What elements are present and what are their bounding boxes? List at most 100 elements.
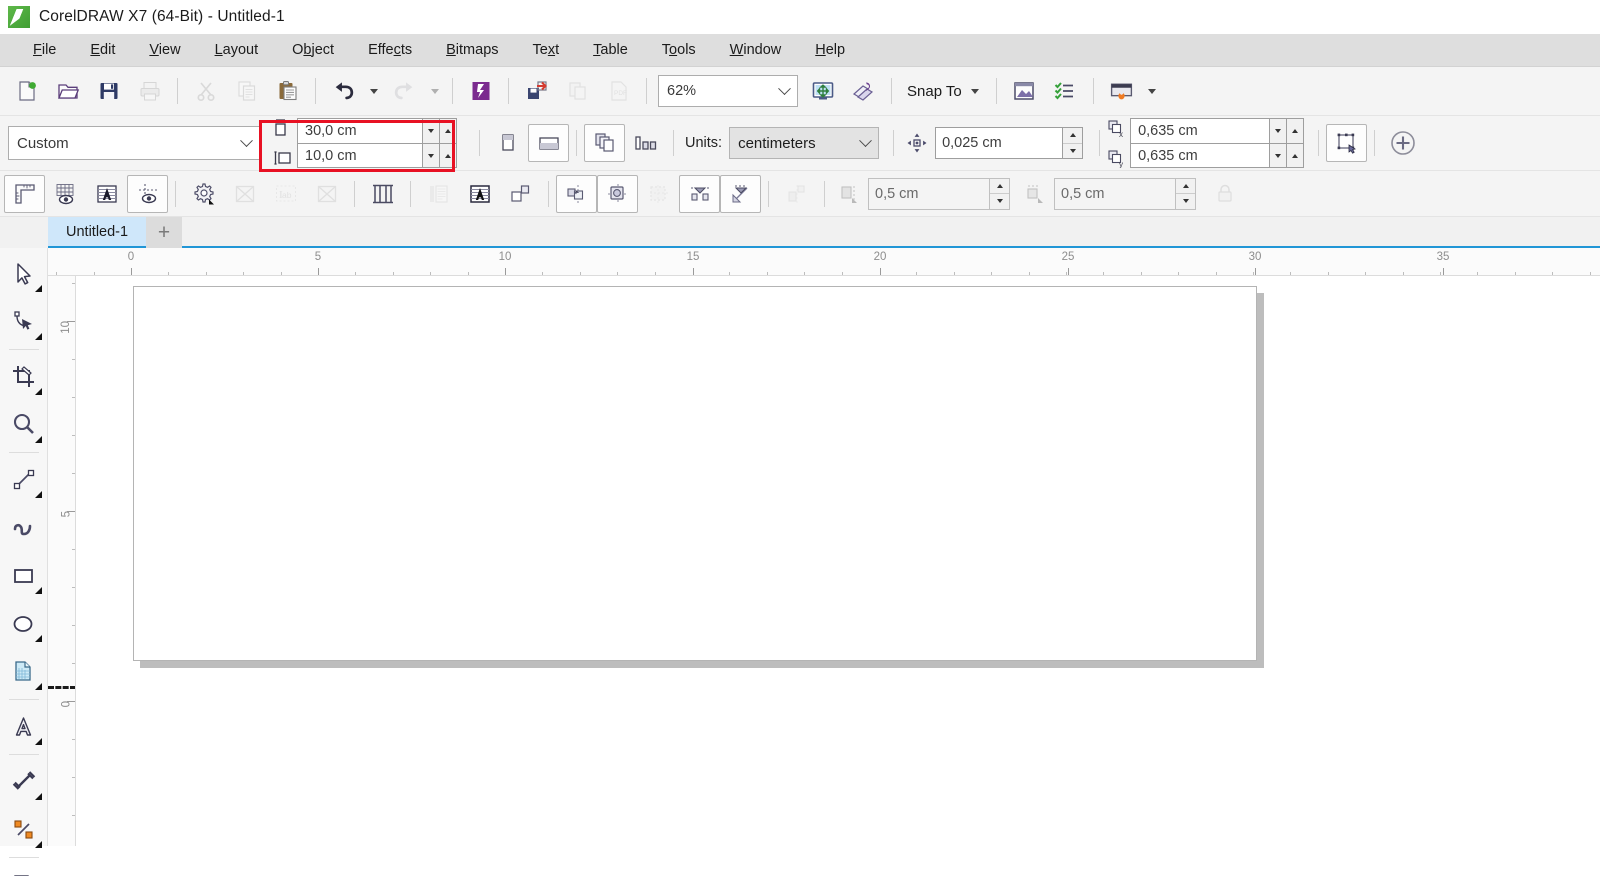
page-preset-combo[interactable]: Custom (8, 126, 260, 160)
menu-object[interactable]: Object (275, 38, 351, 62)
nudge-increment-button[interactable] (1063, 128, 1083, 144)
snap-options-button[interactable] (183, 175, 224, 213)
drawing-canvas[interactable] (76, 276, 1600, 846)
chevron-down-icon[interactable] (771, 81, 797, 96)
tab-untitled-1[interactable]: Untitled-1 (48, 217, 147, 248)
import-button[interactable] (516, 72, 557, 110)
duplicate-x-decrement-button[interactable] (1270, 118, 1288, 143)
distribute-button[interactable] (679, 174, 720, 213)
tool-flyout-arrow[interactable] (34, 333, 42, 340)
page-height-decrement-button[interactable] (423, 143, 440, 168)
zoom-level-combo[interactable]: 62% (658, 75, 798, 107)
import-layout-button[interactable] (1101, 72, 1142, 110)
add-page-button[interactable] (1382, 124, 1423, 162)
apply-current-page-button[interactable] (625, 124, 666, 162)
margin-increment-button[interactable] (1176, 178, 1195, 194)
tool-polygon[interactable] (2, 648, 46, 696)
tool-pick[interactable] (2, 250, 46, 298)
units-combo[interactable]: centimeters (729, 127, 880, 159)
margin-value[interactable]: 0,5 cm (1054, 177, 1176, 210)
transform-button[interactable] (720, 174, 761, 213)
undo-dropdown-caret[interactable] (370, 88, 378, 94)
columns-button[interactable] (362, 175, 403, 213)
duplicate-y-decrement-button[interactable] (1270, 143, 1288, 168)
page-width-decrement-button[interactable] (423, 118, 440, 143)
tool-rectangle[interactable] (2, 552, 46, 600)
menu-text[interactable]: Text (516, 38, 577, 62)
text-frame-style-button[interactable] (459, 175, 500, 213)
page-height-value[interactable]: 10,0 cm (297, 143, 423, 168)
menu-window[interactable]: Window (713, 38, 799, 62)
open-document-button[interactable] (47, 72, 88, 110)
chevron-down-icon[interactable] (852, 133, 878, 148)
menu-effects[interactable]: Effects (351, 38, 429, 62)
wrap-text-button[interactable] (500, 175, 541, 213)
tool-flyout-arrow[interactable] (34, 635, 42, 642)
duplicate-offset-y-value[interactable]: 0,635 cm (1130, 143, 1271, 168)
tool-flyout-arrow[interactable] (34, 587, 42, 594)
tool-artistic-media[interactable] (2, 504, 46, 552)
duplicate-y-increment-button[interactable] (1287, 143, 1305, 168)
tool-freehand[interactable] (2, 456, 46, 504)
snap-to-caret-icon[interactable] (970, 88, 979, 94)
tool-connector[interactable] (2, 806, 46, 854)
show-text-frames-button[interactable] (86, 175, 127, 213)
snap-to-button[interactable]: Snap To (899, 83, 989, 100)
menu-bitmaps[interactable]: Bitmaps (429, 38, 515, 62)
tool-zoom[interactable] (2, 401, 46, 449)
horizontal-ruler[interactable]: 0 5 10 15 20 25 30 35 (48, 248, 1600, 276)
menu-view[interactable]: View (132, 38, 197, 62)
tool-flyout-arrow[interactable] (34, 388, 42, 395)
tool-flyout-arrow[interactable] (34, 491, 42, 498)
nudge-distance-value[interactable]: 0,025 cm (935, 127, 1064, 159)
application-launcher-button[interactable] (843, 72, 884, 110)
bleed-decrement-button[interactable] (990, 194, 1009, 209)
bleed-value[interactable]: 0,5 cm (868, 177, 990, 210)
menu-table[interactable]: Table (576, 38, 645, 62)
bleed-increment-button[interactable] (990, 178, 1009, 194)
vertical-ruler[interactable]: 10 5 0 (48, 276, 76, 846)
tool-ellipse[interactable] (2, 600, 46, 648)
show-rulers-button[interactable] (4, 174, 45, 213)
tool-flyout-arrow[interactable] (34, 436, 42, 443)
menu-file[interactable]: File (16, 38, 73, 62)
tool-flyout-arrow[interactable] (34, 738, 42, 745)
options-button[interactable] (1004, 72, 1045, 110)
tool-shape[interactable] (2, 298, 46, 346)
tool-drop-shadow[interactable] (2, 861, 46, 876)
fullscreen-preview-button[interactable] (802, 72, 843, 110)
page-width-value[interactable]: 30,0 cm (297, 118, 423, 143)
orientation-portrait-button[interactable] (487, 124, 528, 162)
show-grid-button[interactable] (45, 175, 86, 213)
tool-flyout-arrow[interactable] (34, 285, 42, 292)
orientation-landscape-button[interactable] (528, 124, 569, 162)
tool-flyout-arrow[interactable] (34, 841, 42, 848)
tool-text[interactable] (2, 703, 46, 751)
menu-layout[interactable]: Layout (198, 38, 276, 62)
corel-connect-button[interactable] (460, 72, 501, 110)
menu-tools[interactable]: Tools (645, 38, 713, 62)
add-document-tab-button[interactable]: + (146, 217, 183, 248)
margin-decrement-button[interactable] (1176, 194, 1195, 209)
duplicate-offset-x-value[interactable]: 0,635 cm (1130, 118, 1271, 143)
drawing-page[interactable] (133, 286, 1257, 661)
show-guidelines-button[interactable] (127, 174, 168, 213)
import-layout-caret-icon[interactable] (1147, 88, 1156, 94)
workspace-list-button[interactable] (1045, 72, 1086, 110)
duplicate-x-increment-button[interactable] (1287, 118, 1305, 143)
apply-all-pages-button[interactable] (584, 124, 625, 162)
align-left-object-button[interactable] (556, 174, 597, 213)
save-document-button[interactable] (88, 72, 129, 110)
page-width-increment-button[interactable] (440, 118, 457, 143)
tool-flyout-arrow[interactable] (34, 683, 42, 690)
redo-dropdown-caret[interactable] (431, 88, 439, 94)
align-center-object-button[interactable] (597, 174, 638, 213)
nudge-decrement-button[interactable] (1063, 143, 1083, 158)
paste-button[interactable] (267, 72, 308, 110)
menu-edit[interactable]: Edit (73, 38, 132, 62)
new-document-button[interactable] (6, 72, 47, 110)
chevron-down-icon[interactable] (233, 133, 259, 148)
tool-flyout-arrow[interactable] (34, 793, 42, 800)
menu-help[interactable]: Help (798, 38, 862, 62)
page-height-increment-button[interactable] (440, 143, 457, 168)
